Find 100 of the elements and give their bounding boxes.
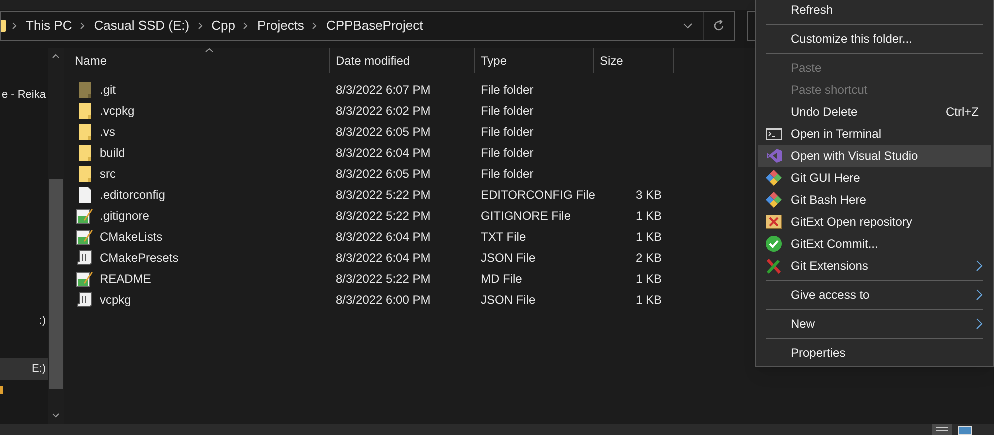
chevron-right-icon [312,22,318,30]
type-cell-text: JSON File [480,292,537,308]
file-name[interactable]: .editorconfig [100,186,166,204]
date-cell-text: 8/3/2022 6:07 PM [335,82,432,98]
repository-icon [766,215,782,229]
type-cell-text: File folder [480,102,535,120]
file-name[interactable]: src [100,164,116,182]
file-name[interactable]: .git [100,80,116,98]
menu-item[interactable]: Undo Delete Ctrl+Z [758,101,991,123]
chevron-right-icon [198,22,204,30]
type-cell-text: File folder [480,82,535,98]
date-cell-text: 8/3/2022 5:22 PM [335,270,432,288]
details-view-icon[interactable] [932,424,952,435]
date-cell-text: 8/3/2022 6:05 PM [335,124,432,140]
date-cell-text: 8/3/2022 6:04 PM [335,228,432,246]
scrollbar-thumb[interactable] [49,179,63,389]
file-name[interactable]: .vs [100,122,116,140]
terminal-icon [766,128,782,140]
file-name[interactable]: .vcpkg [100,102,135,120]
date-cell-text: 8/3/2022 6:05 PM [335,166,432,182]
menu-item[interactable]: GitExt Commit... [758,233,991,255]
script-icon [76,290,94,308]
type-cell-text: File folder [480,124,535,140]
menu-item[interactable]: Open in Terminal [758,123,991,145]
nav-item[interactable]: :) [0,310,48,332]
menu-item[interactable]: Refresh [758,0,991,21]
menu-item[interactable]: Git GUI Here [758,167,991,189]
menu-item[interactable]: Git Extensions [758,255,991,277]
folder-icon [78,82,92,98]
type-cell-text: EDITORCONFIG File [480,186,594,204]
date-cell-text: 8/3/2022 6:02 PM [335,102,432,120]
notepad-icon [76,270,94,288]
menu-item[interactable]: Properties [758,342,991,364]
type-cell-text: GITIGNORE File [480,208,572,224]
date-cell-text: 8/3/2022 6:04 PM [335,250,432,266]
scroll-down-icon[interactable] [52,413,60,418]
script-icon [76,248,94,266]
file-name[interactable]: .gitignore [100,206,150,224]
menu-item[interactable]: Give access to [758,284,991,306]
breadcrumb-item[interactable]: Cpp [210,16,238,36]
folder-icon [78,166,92,182]
size-cell-text: 1 KB [636,208,662,224]
menu-item[interactable]: New [758,313,991,335]
scroll-up-icon[interactable] [52,54,60,59]
file-name[interactable]: CMakePresets [100,248,179,266]
file-name[interactable]: README [100,270,152,288]
file-name[interactable]: vcpkg [100,290,132,308]
shortcut-label: Ctrl+Z [946,104,979,121]
size-cell-text: 1 KB [636,228,662,246]
thumbnail-view-icon[interactable] [958,426,972,435]
file-icon [78,186,92,202]
column-header[interactable]: Type [481,52,508,70]
chevron-right-icon [976,318,983,330]
folder-icon [1,20,6,32]
column-header[interactable]: Size [600,52,624,70]
notepad-icon [76,228,94,246]
breadcrumb-item[interactable]: Casual SSD (E:) [92,16,192,36]
notepad-icon [76,206,94,224]
diamond-icon [766,170,782,186]
breadcrumb-item[interactable]: This PC [24,16,74,36]
menu-item[interactable]: Open with Visual Studio [758,145,991,167]
menu-item[interactable]: Git Bash Here [758,189,991,211]
chevron-right-icon [243,22,250,30]
check-icon [766,236,782,252]
chevron-right-icon [976,260,983,272]
chevron-right-icon [976,289,983,301]
folder-icon [78,144,92,160]
type-cell-text: File folder [480,144,535,162]
column-header[interactable]: Name [75,52,108,70]
menu-item[interactable]: GitExt Open repository [758,211,991,233]
diamond-icon [766,192,782,208]
size-cell-text: 3 KB [636,186,662,204]
refresh-icon[interactable] [713,20,725,32]
type-cell-text: JSON File [480,250,537,266]
chevron-right-icon [80,22,86,30]
date-cell-text: 8/3/2022 5:22 PM [335,208,432,224]
type-cell-text: File folder [480,166,535,182]
address-bar[interactable]: This PC Casual SSD (E:) Cpp Projects CPPBaseProject [0,11,735,41]
folder-icon [78,124,92,140]
type-cell-text: TXT File [480,228,528,246]
infinity-logo-icon [766,148,782,164]
type-cell-text: MD File [480,270,524,288]
column-header[interactable]: Date modified [336,52,410,70]
folder-icon [78,102,92,118]
date-cell-text: 8/3/2022 6:00 PM [335,292,432,308]
nav-item[interactable]: E:) [0,358,48,380]
menu-item[interactable]: Customize this folder... [758,28,991,50]
size-cell-text: 1 KB [636,270,662,288]
nav-item[interactable]: e - Reika [0,84,48,106]
chevron-right-icon [12,22,18,30]
drive-icon [0,386,3,394]
breadcrumb-item[interactable]: CPPBaseProject [324,16,426,36]
breadcrumb-item[interactable]: Projects [255,16,306,36]
file-name[interactable]: build [100,144,126,162]
file-name[interactable]: CMakeLists [100,228,163,246]
date-cell-text: 8/3/2022 5:22 PM [335,186,432,204]
size-cell-text: 1 KB [636,292,662,308]
size-cell-text: 2 KB [636,250,662,266]
cross-arrows-icon [766,258,782,274]
chevron-down-icon[interactable] [683,23,693,29]
